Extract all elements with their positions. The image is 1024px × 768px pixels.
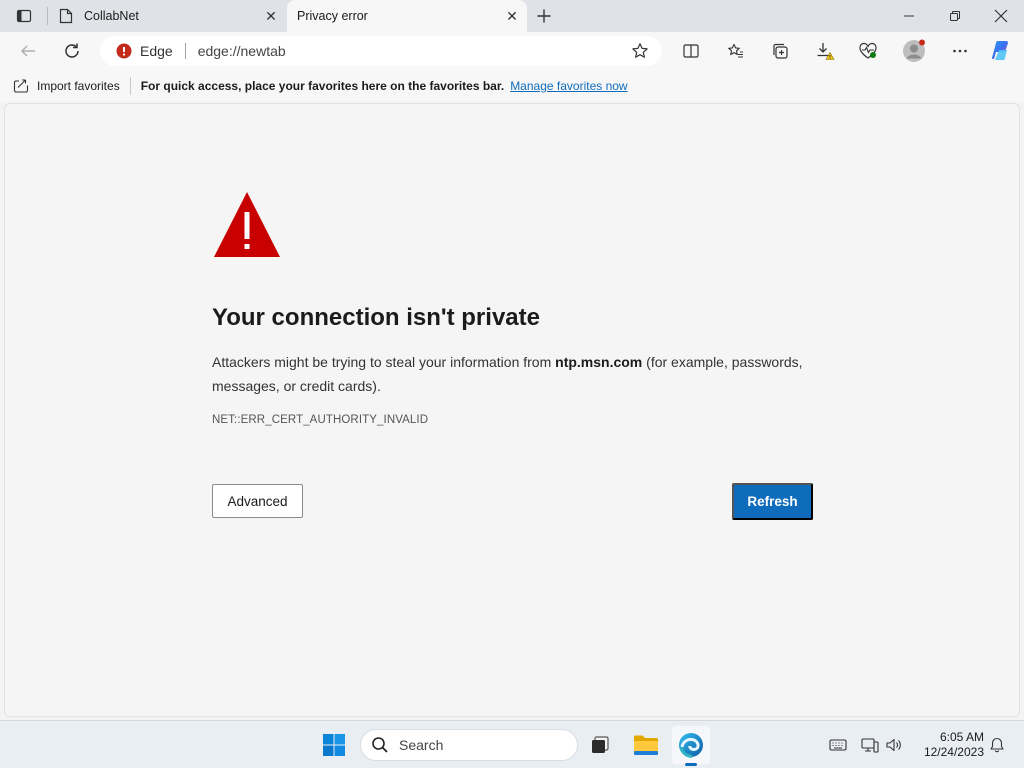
favorites-button[interactable] xyxy=(722,37,750,65)
close-window-button[interactable] xyxy=(978,0,1024,32)
error-code[interactable]: NET::ERR_CERT_AUTHORITY_INVALID xyxy=(212,414,428,426)
favorites-bar-message: For quick access, place your favorites h… xyxy=(140,79,505,93)
new-tab-button[interactable] xyxy=(532,4,556,28)
downloads-button[interactable] xyxy=(811,37,839,65)
manage-favorites-link[interactable]: Manage favorites now xyxy=(510,79,627,93)
error-page: Your connection isn't private Attackers … xyxy=(4,103,1020,717)
copilot-icon xyxy=(992,41,1008,60)
back-button[interactable] xyxy=(14,37,42,65)
address-brand-label: Edge xyxy=(140,43,173,59)
close-tab-icon[interactable]: ✕ xyxy=(260,5,282,27)
favorite-star-button[interactable] xyxy=(626,37,654,65)
advanced-button[interactable]: Advanced xyxy=(212,484,303,518)
keyboard-icon xyxy=(829,739,847,751)
import-favorites-button[interactable]: Import favorites xyxy=(13,74,120,98)
split-screen-button[interactable] xyxy=(677,37,705,65)
windows-logo-icon xyxy=(323,734,345,756)
url-text[interactable]: edge://newtab xyxy=(198,43,626,59)
tab-title: CollabNet xyxy=(84,9,139,23)
tab-privacy-error[interactable]: Privacy error ✕ xyxy=(287,0,527,32)
favorites-list-icon xyxy=(728,43,743,58)
task-view-icon xyxy=(592,736,609,753)
plus-icon xyxy=(537,9,551,23)
clock-time: 6:05 AM xyxy=(939,730,984,744)
import-favorites-label: Import favorites xyxy=(37,79,120,93)
network-icon xyxy=(861,738,879,753)
import-icon xyxy=(13,79,29,93)
favorites-separator xyxy=(129,77,131,95)
network-tray-button[interactable] xyxy=(859,733,881,757)
address-bar[interactable]: Edge edge://newtab xyxy=(100,36,662,66)
refresh-icon xyxy=(65,43,79,58)
tab-separator xyxy=(47,7,48,25)
back-arrow-icon xyxy=(20,45,35,57)
more-icon xyxy=(953,49,967,53)
active-app-indicator xyxy=(685,763,697,766)
taskbar-search[interactable]: Search xyxy=(360,729,578,761)
star-icon xyxy=(632,43,648,58)
restore-icon xyxy=(950,11,960,21)
minimize-icon xyxy=(904,15,914,17)
taskbar-clock[interactable]: 6:05 AM 12/24/2023 xyxy=(912,730,984,760)
folder-icon xyxy=(634,735,658,755)
not-secure-icon xyxy=(116,43,132,59)
copilot-button[interactable] xyxy=(988,37,1016,65)
site-identity-badge[interactable]: Edge xyxy=(116,36,173,66)
search-icon xyxy=(372,737,388,753)
close-icon xyxy=(994,9,1008,23)
split-screen-icon xyxy=(683,44,699,58)
edge-logo-icon xyxy=(679,733,703,758)
favorites-bar: Import favorites For quick access, place… xyxy=(0,70,1024,102)
toolbar: Edge edge://newtab xyxy=(0,32,1024,70)
tab-title: Privacy error xyxy=(297,9,368,23)
clock-date: 12/24/2023 xyxy=(923,745,984,759)
page-title: Your connection isn't private xyxy=(212,304,540,331)
refresh-page-button[interactable] xyxy=(58,37,86,65)
host-name: ntp.msn.com xyxy=(555,354,643,370)
minimize-button[interactable] xyxy=(886,0,932,32)
speaker-icon xyxy=(886,738,901,752)
description-prefix: Attackers might be trying to steal your … xyxy=(212,354,556,370)
volume-tray-button[interactable] xyxy=(883,733,905,757)
profile-button[interactable] xyxy=(900,37,928,65)
tab-actions-button[interactable] xyxy=(8,4,40,28)
tab-bar: CollabNet ✕ Privacy error ✕ xyxy=(0,0,1024,32)
edge-taskbar-button[interactable] xyxy=(674,728,708,762)
browser-essentials-button[interactable] xyxy=(854,37,882,65)
collections-icon xyxy=(773,43,788,59)
page-icon xyxy=(58,8,74,24)
avatar xyxy=(903,39,925,62)
notifications-button[interactable] xyxy=(986,733,1008,757)
tab-actions-icon xyxy=(16,9,32,23)
tab-collabnet[interactable]: CollabNet ✕ xyxy=(50,0,286,32)
file-explorer-button[interactable] xyxy=(629,728,663,762)
taskbar: Search 6:05 AM 12/24/2023 xyxy=(0,720,1024,768)
refresh-button[interactable]: Refresh xyxy=(732,483,813,520)
download-warning-icon xyxy=(817,43,835,60)
error-description: Attackers might be trying to steal your … xyxy=(212,350,822,398)
close-tab-icon[interactable]: ✕ xyxy=(501,5,523,27)
restore-button[interactable] xyxy=(932,0,978,32)
settings-menu-button[interactable] xyxy=(946,37,974,65)
task-view-button[interactable] xyxy=(583,728,617,762)
start-button[interactable] xyxy=(317,728,351,762)
warning-triangle-icon xyxy=(214,192,280,257)
search-label: Search xyxy=(399,737,444,753)
bell-icon xyxy=(990,737,1004,753)
collections-button[interactable] xyxy=(766,37,794,65)
heart-pulse-icon xyxy=(859,42,877,59)
address-divider xyxy=(184,43,186,59)
keyboard-tray-button[interactable] xyxy=(827,733,849,757)
